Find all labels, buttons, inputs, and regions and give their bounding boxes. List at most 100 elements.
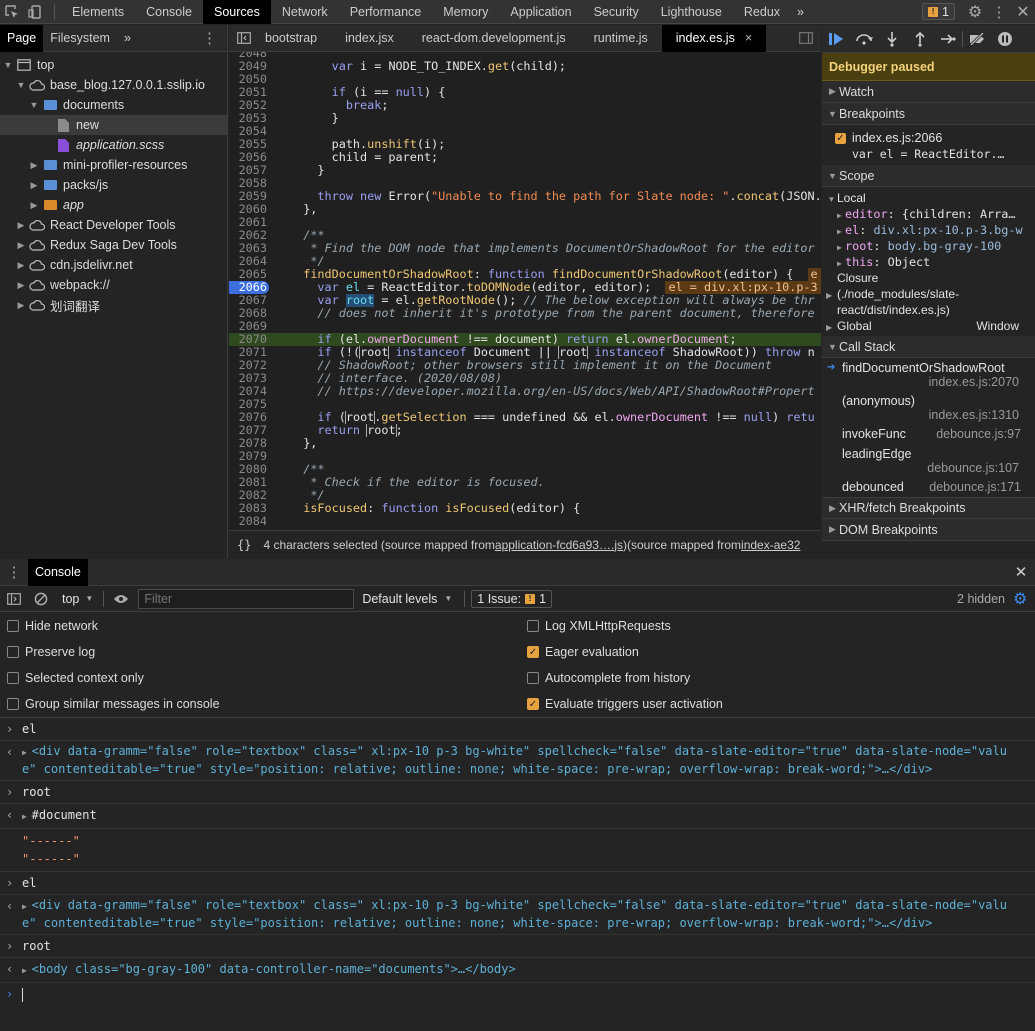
- code-view[interactable]: 2048 2049 var i = NODE_TO_INDEX.get(chil…: [229, 52, 821, 530]
- console-result-entry[interactable]: ‹ ▶ <div data-gramm="false" role="textbox…: [0, 741, 1035, 781]
- tab-elements[interactable]: Elements: [61, 0, 135, 24]
- console-settings-gear-icon[interactable]: ⚙: [1013, 589, 1035, 609]
- tree-item[interactable]: ▶ cdn.jsdelivr.net: [0, 255, 227, 275]
- scope-variable[interactable]: ▶ el: div.xl:px-10.p-3.bg-w: [826, 222, 1035, 238]
- checkbox[interactable]: [7, 698, 19, 710]
- tab-lighthouse[interactable]: Lighthouse: [650, 0, 733, 24]
- step-icon[interactable]: [934, 25, 962, 53]
- console-result-entry[interactable]: ‹ ▶ #document: [0, 804, 1035, 829]
- tab-redux[interactable]: Redux: [733, 0, 791, 24]
- expand-arrow-icon[interactable]: ▶: [15, 240, 27, 251]
- expand-arrow-icon[interactable]: ▶: [28, 180, 40, 191]
- scope-section-header[interactable]: ▼ Scope: [822, 165, 1035, 187]
- settings-gear-icon[interactable]: ⚙: [963, 0, 987, 24]
- breakpoints-section-header[interactable]: ▼ Breakpoints: [822, 103, 1035, 125]
- navigator-menu-icon[interactable]: ⋮: [202, 29, 227, 47]
- tab-security[interactable]: Security: [583, 0, 650, 24]
- global-scope[interactable]: ▶ Global Window: [826, 318, 1035, 334]
- console-setting-option[interactable]: Hide network: [7, 619, 98, 633]
- collapse-arrow-icon[interactable]: ▼: [28, 100, 40, 110]
- expand-arrow-icon[interactable]: ▶: [15, 220, 27, 231]
- console-input-entry[interactable]: › root: [0, 935, 1035, 958]
- drawer-menu-icon[interactable]: ⋮: [0, 563, 28, 581]
- tree-item[interactable]: ▶ packs/js: [0, 175, 227, 195]
- tree-item[interactable]: ▼ top: [0, 55, 227, 75]
- console-input-entry[interactable]: › el: [0, 718, 1035, 741]
- more-tabs-button[interactable]: »: [791, 0, 810, 24]
- toggle-navigator-icon[interactable]: [229, 32, 259, 44]
- dom-breakpoints-header[interactable]: ▶ DOM Breakpoints: [822, 519, 1035, 541]
- tree-item[interactable]: ▶ app: [0, 195, 227, 215]
- checkbox[interactable]: [527, 620, 539, 632]
- resume-icon[interactable]: [822, 25, 850, 53]
- clear-console-icon[interactable]: [28, 592, 54, 606]
- tree-item[interactable]: ▶ 划词翻译: [0, 295, 227, 315]
- collapse-arrow-icon[interactable]: ▼: [15, 80, 27, 90]
- tab-memory[interactable]: Memory: [432, 0, 499, 24]
- source-map-link-2[interactable]: index-ae32: [741, 538, 800, 552]
- expand-arrow-icon[interactable]: ▶: [28, 160, 40, 171]
- console-setting-option[interactable]: Autocomplete from history: [527, 671, 690, 685]
- tree-item[interactable]: new: [0, 115, 227, 135]
- editor-tab-index-jsx[interactable]: index.jsx: [331, 25, 408, 52]
- checkbox[interactable]: ✓: [527, 698, 539, 710]
- scope-variable[interactable]: ▶ this: Object: [826, 254, 1035, 270]
- tree-item[interactable]: ▼ documents: [0, 95, 227, 115]
- local-scope-header[interactable]: ▼ Local: [826, 190, 1035, 206]
- breakpoint-item[interactable]: ✓ index.es.js:2066 var el = ReactEditor.…: [822, 125, 1035, 165]
- close-drawer-icon[interactable]: ✕: [1007, 563, 1035, 581]
- console-setting-option[interactable]: ✓ Eager evaluation: [527, 645, 639, 659]
- expand-arrow-icon[interactable]: ▶: [28, 200, 40, 211]
- call-frame[interactable]: leadingEdge debounce.js:107: [822, 444, 1035, 477]
- pretty-print-button[interactable]: {}: [229, 538, 263, 552]
- tab-application[interactable]: Application: [499, 0, 582, 24]
- editor-tab-runtime[interactable]: runtime.js: [580, 25, 662, 52]
- console-result-entry[interactable]: ‹ ▶ <body class="bg-gray-100" data-contro…: [0, 958, 1035, 983]
- expand-arrow-icon[interactable]: ▶: [15, 300, 27, 311]
- console-result-entry[interactable]: ‹ ▶ <div data-gramm="false" role="textbox…: [0, 895, 1035, 935]
- expand-arrow-icon[interactable]: ▶: [15, 260, 27, 271]
- checkbox[interactable]: [527, 672, 539, 684]
- console-setting-option[interactable]: Log XMLHttpRequests: [527, 619, 671, 633]
- tree-item[interactable]: application.scss: [0, 135, 227, 155]
- watch-section-header[interactable]: ▶ Watch: [822, 81, 1035, 103]
- console-setting-option[interactable]: Group similar messages in console: [7, 697, 220, 711]
- call-frame[interactable]: (anonymous) index.es.js:1310: [822, 391, 1035, 424]
- expand-arrow-icon[interactable]: ▶: [22, 966, 32, 975]
- tree-item[interactable]: ▶ React Developer Tools: [0, 215, 227, 235]
- step-into-icon[interactable]: [878, 25, 906, 53]
- scope-variable[interactable]: ▶ editor: {children: Arra…: [826, 206, 1035, 222]
- checkbox[interactable]: [7, 620, 19, 632]
- expand-arrow-icon[interactable]: ▶: [22, 902, 32, 911]
- live-expression-eye-icon[interactable]: [104, 594, 138, 604]
- console-setting-option[interactable]: ✓ Evaluate triggers user activation: [527, 697, 723, 711]
- kebab-menu-icon[interactable]: ⋮: [987, 0, 1011, 24]
- breakpoint-line[interactable]: 2066 var el = ReactEditor.toDOMNode(edit…: [229, 281, 821, 294]
- expand-arrow-icon[interactable]: ▶: [15, 280, 27, 291]
- console-issues-badge[interactable]: 1 Issue: ! 1: [471, 589, 553, 608]
- deactivate-breakpoints-icon[interactable]: [963, 25, 991, 53]
- editor-tab-react-dom[interactable]: react-dom.development.js: [408, 25, 580, 52]
- console-input-entry[interactable]: › root: [0, 781, 1035, 804]
- console-setting-option[interactable]: Selected context only: [7, 671, 144, 685]
- closure-scope[interactable]: Closure: [826, 270, 1035, 286]
- tab-console[interactable]: Console: [135, 0, 203, 24]
- checkbox[interactable]: [7, 672, 19, 684]
- checkbox[interactable]: [7, 646, 19, 658]
- tree-item[interactable]: ▼ base_blog.127.0.0.1.sslip.io: [0, 75, 227, 95]
- tab-filesystem[interactable]: Filesystem: [43, 25, 117, 52]
- inspect-element-icon[interactable]: [0, 0, 24, 24]
- tab-network[interactable]: Network: [271, 0, 339, 24]
- tab-sources[interactable]: Sources: [202, 0, 271, 24]
- issues-badge[interactable]: ! 1: [922, 3, 955, 20]
- source-map-link-1[interactable]: application-fcd6a93….js: [495, 538, 623, 552]
- editor-tab-bootstrap[interactable]: bootstrap: [259, 25, 331, 52]
- device-toolbar-icon[interactable]: [24, 0, 48, 24]
- drawer-tab-console[interactable]: Console: [28, 558, 88, 586]
- more-navigator-tabs[interactable]: »: [117, 25, 138, 52]
- tree-item[interactable]: ▶ mini-profiler-resources: [0, 155, 227, 175]
- tree-item[interactable]: ▶ webpack://: [0, 275, 227, 295]
- scope-variable[interactable]: ▶ root: body.bg-gray-100: [826, 238, 1035, 254]
- collapse-arrow-icon[interactable]: ▼: [2, 60, 14, 70]
- expand-arrow-icon[interactable]: ▶: [22, 812, 32, 821]
